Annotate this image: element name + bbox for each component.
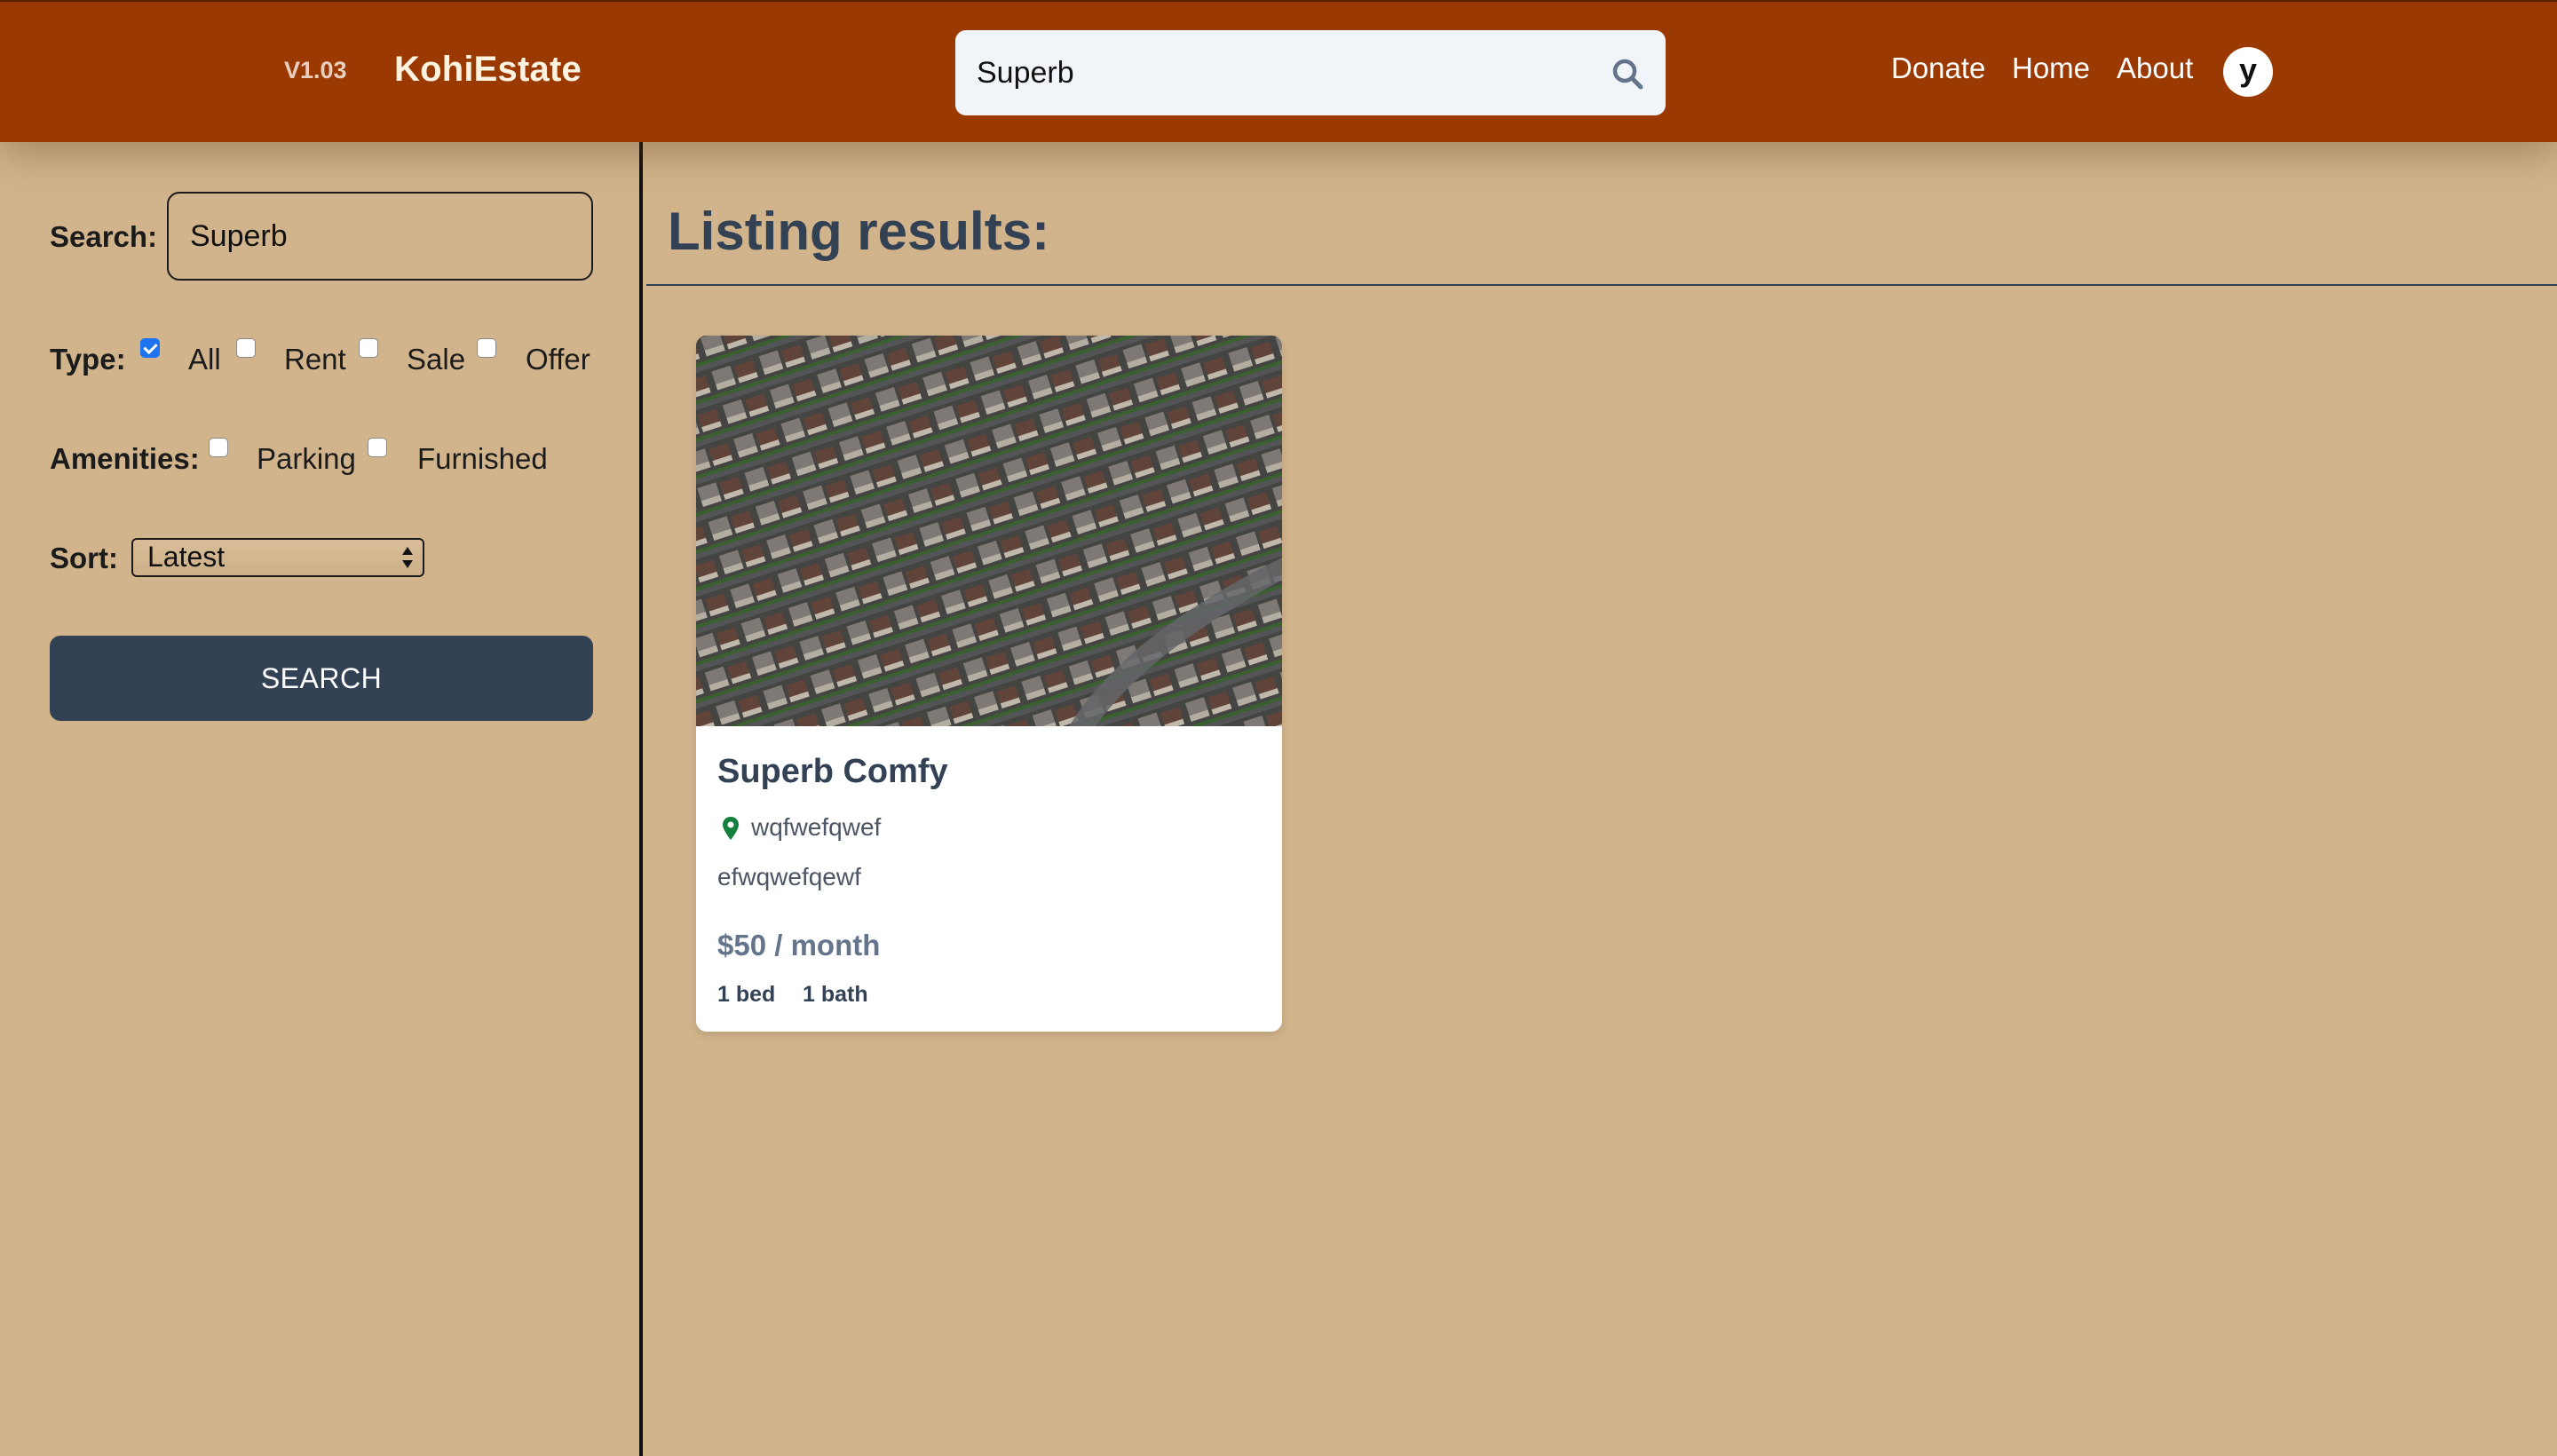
type-label: Type:: [50, 343, 126, 376]
type-offer-checkbox[interactable]: [477, 338, 496, 358]
type-all-checkbox[interactable]: [140, 338, 160, 358]
header-search-bar: [955, 30, 1666, 115]
search-icon[interactable]: [1611, 57, 1646, 92]
select-arrows-icon: [402, 547, 413, 568]
furnished-label: Furnished: [417, 442, 548, 475]
amenities-label: Amenities:: [50, 442, 200, 475]
nav-about[interactable]: About: [2117, 51, 2193, 85]
listing-baths: 1 bath: [803, 982, 868, 1007]
brand-logo[interactable]: KohiEstate: [394, 50, 582, 90]
listing-price: $50 / month: [717, 929, 881, 961]
listing-description: efwqwefqewf: [717, 863, 861, 890]
location-pin-icon: [723, 817, 739, 840]
type-sale-checkbox[interactable]: [359, 338, 378, 358]
listing-beds: 1 bed: [717, 982, 776, 1007]
sort-selected-value: Latest: [147, 541, 226, 573]
search-term-input[interactable]: [167, 192, 593, 281]
type-rent-checkbox[interactable]: [236, 338, 256, 358]
version-label: V1.03: [284, 57, 347, 83]
header-search-input[interactable]: [955, 30, 1577, 115]
nav-donate[interactable]: Donate: [1891, 51, 1985, 85]
search-button[interactable]: SEARCH: [50, 636, 593, 721]
sort-label: Sort:: [50, 542, 118, 574]
title-divider: [646, 284, 2557, 286]
nav-home[interactable]: Home: [2012, 51, 2090, 85]
listing-title[interactable]: Superb Comfy: [717, 753, 948, 791]
type-sale-label: Sale: [407, 343, 466, 376]
search-label: Search:: [50, 220, 158, 253]
furnished-checkbox[interactable]: [368, 438, 387, 457]
sort-select[interactable]: Latest: [131, 538, 424, 577]
type-all-label: All: [188, 343, 221, 376]
type-rent-label: Rent: [284, 343, 346, 376]
listing-address: wqfwefqwef: [751, 813, 882, 841]
filter-sidebar: [0, 142, 643, 1456]
page-title: Listing results:: [668, 202, 1050, 261]
listing-image[interactable]: [696, 336, 1282, 726]
top-header: V1.03 KohiEstate Donate Home About y: [0, 0, 2557, 142]
parking-checkbox[interactable]: [209, 438, 228, 457]
avatar[interactable]: y: [2223, 47, 2273, 97]
type-offer-label: Offer: [526, 343, 590, 376]
parking-label: Parking: [257, 442, 356, 475]
listing-card[interactable]: Superb Comfy wqfwefqwef efwqwefqewf $50 …: [696, 336, 1282, 1032]
